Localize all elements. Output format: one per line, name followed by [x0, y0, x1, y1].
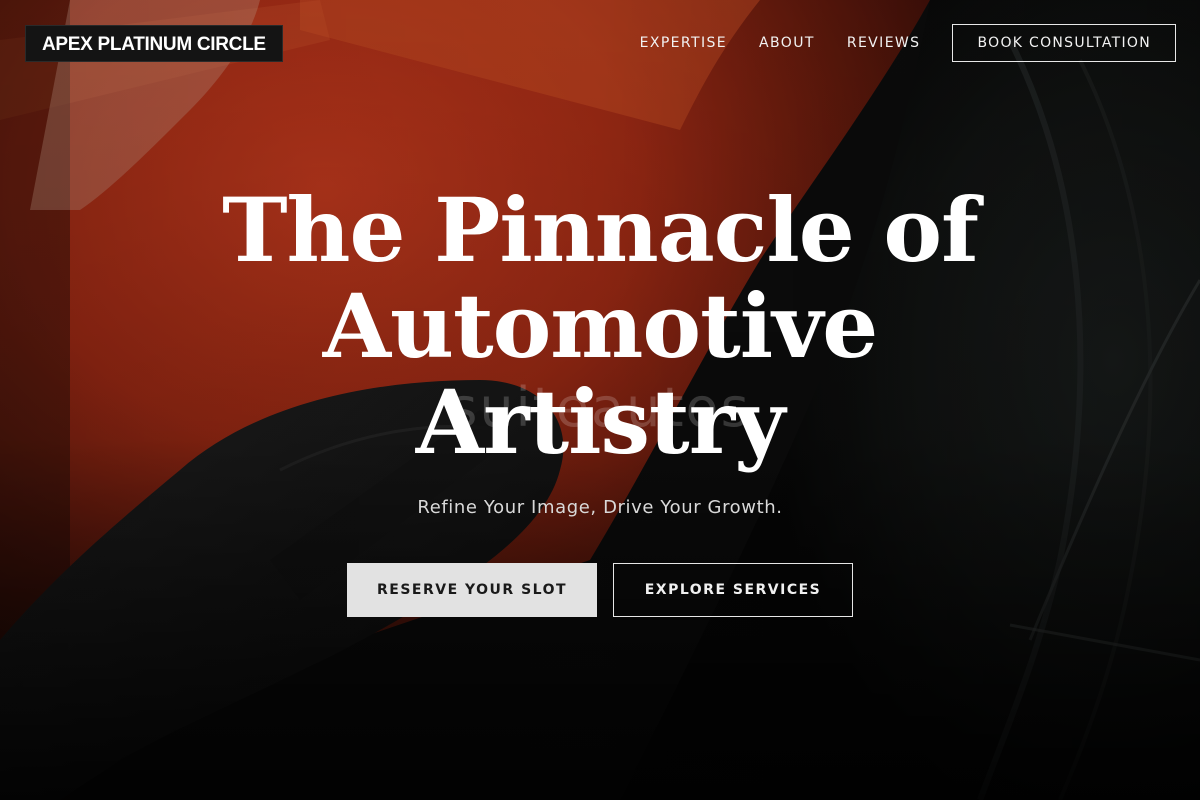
nav-link-expertise[interactable]: EXPERTISE [640, 35, 727, 51]
headline-line-3: Artistry [415, 370, 785, 474]
reserve-slot-button[interactable]: RESERVE YOUR SLOT [347, 563, 597, 617]
headline-line-1: The Pinnacle of [222, 178, 979, 282]
brand-logo[interactable]: APEX PLATINUM CIRCLE [25, 25, 283, 62]
hero-headline: The Pinnacle of Automotive Artistry [0, 182, 1200, 470]
nav-link-reviews[interactable]: REVIEWS [847, 35, 921, 51]
headline-line-2: Automotive [322, 274, 879, 378]
nav-link-about[interactable]: ABOUT [759, 35, 815, 51]
hero-subtitle: Refine Your Image, Drive Your Growth. [417, 497, 783, 518]
hero-section: APEX PLATINUM CIRCLE EXPERTISE ABOUT REV… [0, 0, 1200, 800]
main-nav: EXPERTISE ABOUT REVIEWS BOOK CONSULTATIO… [640, 24, 1176, 62]
book-consultation-button[interactable]: BOOK CONSULTATION [952, 24, 1176, 62]
explore-services-button[interactable]: EXPLORE SERVICES [613, 563, 853, 617]
